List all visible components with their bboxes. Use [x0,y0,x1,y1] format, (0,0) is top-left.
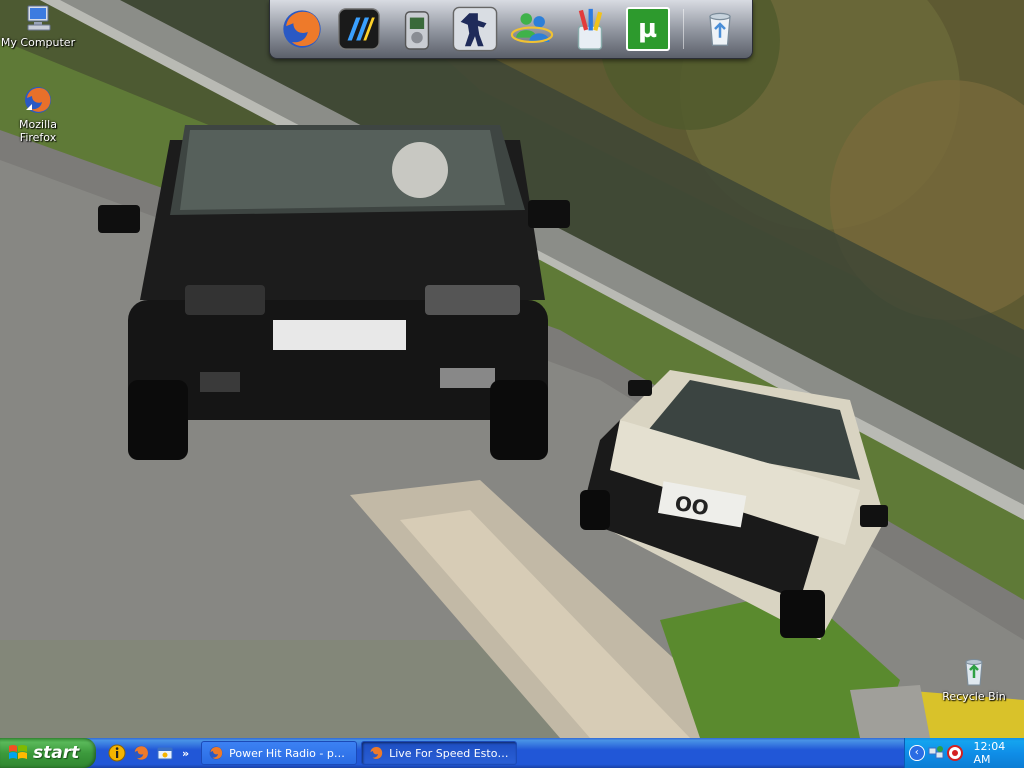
lfs-launcher-icon [338,8,381,50]
windows-explorer-icon [157,747,173,760]
system-tray: ‹ 12:04 AM [904,738,1024,768]
firefox-icon [208,745,224,761]
start-button[interactable]: start [0,738,96,768]
dock-item-recycle-bin[interactable] [696,5,744,53]
recycle-bin-icon [709,12,731,46]
quick-launch-bar: » [96,738,197,768]
desktop-icon-label: Recycle Bin [942,690,1006,703]
quick-launch-explorer[interactable] [156,744,174,762]
taskbar-button-label: Live For Speed Estoni... [389,746,511,760]
recycle-bin-icon [958,656,990,688]
desktop-icon-firefox[interactable]: Mozilla Firefox [0,84,76,144]
dock-item-media-player[interactable] [393,5,441,53]
firefox-icon [283,10,321,48]
my-computer-icon [22,2,54,34]
quick-launch-info[interactable] [108,744,126,762]
firefox-icon [22,84,54,116]
firefox-icon [368,745,384,761]
media-player-icon [404,11,430,50]
taskbar: start » Power Hit Radio - po... Live For… [0,738,1024,768]
counter-strike-icon [452,6,497,52]
dock-item-lfs-launcher[interactable] [336,5,384,53]
antivirus-icon[interactable] [946,745,963,761]
quick-launch-firefox[interactable] [132,744,150,762]
dock-item-paint-tools[interactable] [566,5,614,53]
desktop-icon-recycle-bin[interactable]: Recycle Bin [936,656,1012,703]
firefox-icon [133,745,149,761]
taskbar-button-label: Power Hit Radio - po... [229,746,351,760]
clock[interactable]: 12:04 AM [974,740,1024,766]
start-label: start [33,743,80,763]
info-icon [108,744,126,762]
dock-separator [683,9,685,49]
application-dock: µ [269,0,753,59]
desktop-icon-my-computer[interactable]: My Computer [0,2,76,49]
quick-launch-more-button[interactable]: » [182,747,189,760]
utorrent-icon: µ [625,7,670,51]
dock-item-msn-messenger[interactable] [509,5,557,53]
dock-item-firefox[interactable] [278,5,326,53]
dock-item-counter-strike[interactable] [451,5,499,53]
utorrent-glyph: µ [637,14,658,44]
windows-flag-icon [8,743,28,763]
taskbar-button-live-for-speed[interactable]: Live For Speed Estoni... [361,741,518,765]
taskbar-button-power-hit-radio[interactable]: Power Hit Radio - po... [201,741,358,765]
black-car [98,125,570,460]
paint-tools-icon [577,8,603,50]
desktop-wallpaper: OO [0,0,1024,738]
msn-messenger-icon [511,13,554,44]
dock-item-utorrent[interactable]: µ [624,5,672,53]
desktop-icon-label: My Computer [0,36,76,49]
wallpaper-scene: OO [0,0,1024,738]
network-icon[interactable] [928,745,944,761]
show-hidden-icons-button[interactable]: ‹ [909,745,925,761]
desktop-icon-label: Mozilla Firefox [19,118,57,144]
